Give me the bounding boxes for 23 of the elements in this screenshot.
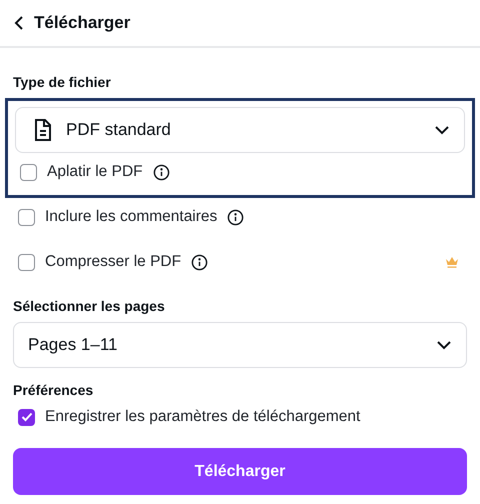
- info-icon[interactable]: [152, 164, 170, 180]
- chevron-down-icon: [434, 125, 450, 135]
- section-label: Type de fichier: [13, 74, 112, 90]
- info-icon[interactable]: [227, 208, 244, 226]
- checkbox[interactable]: [18, 208, 35, 226]
- panel-title: Télécharger: [34, 13, 130, 33]
- checkbox[interactable]: [18, 254, 35, 270]
- info-icon[interactable]: [191, 254, 208, 270]
- pages-dropdown[interactable]: Pages 1–11: [13, 322, 467, 368]
- option-label: Enregistrer les paramètres de téléchargement: [45, 408, 360, 426]
- chevron-down-icon: [436, 340, 452, 350]
- section-label: Sélectionner les pages: [13, 298, 166, 314]
- document-icon: [34, 118, 52, 142]
- option-label: Aplatir le PDF: [47, 163, 143, 181]
- option-label: Compresser le PDF: [45, 253, 182, 271]
- back-button[interactable]: [14, 16, 24, 30]
- checkbox[interactable]: [18, 408, 35, 426]
- file-type-dropdown[interactable]: PDF standard: [15, 107, 465, 153]
- checkbox[interactable]: [20, 164, 37, 180]
- option-label: Inclure les commentaires: [45, 208, 218, 226]
- download-button[interactable]: Télécharger: [13, 448, 467, 495]
- checkmark-icon: [20, 412, 32, 422]
- section-label: Préférences: [13, 382, 94, 398]
